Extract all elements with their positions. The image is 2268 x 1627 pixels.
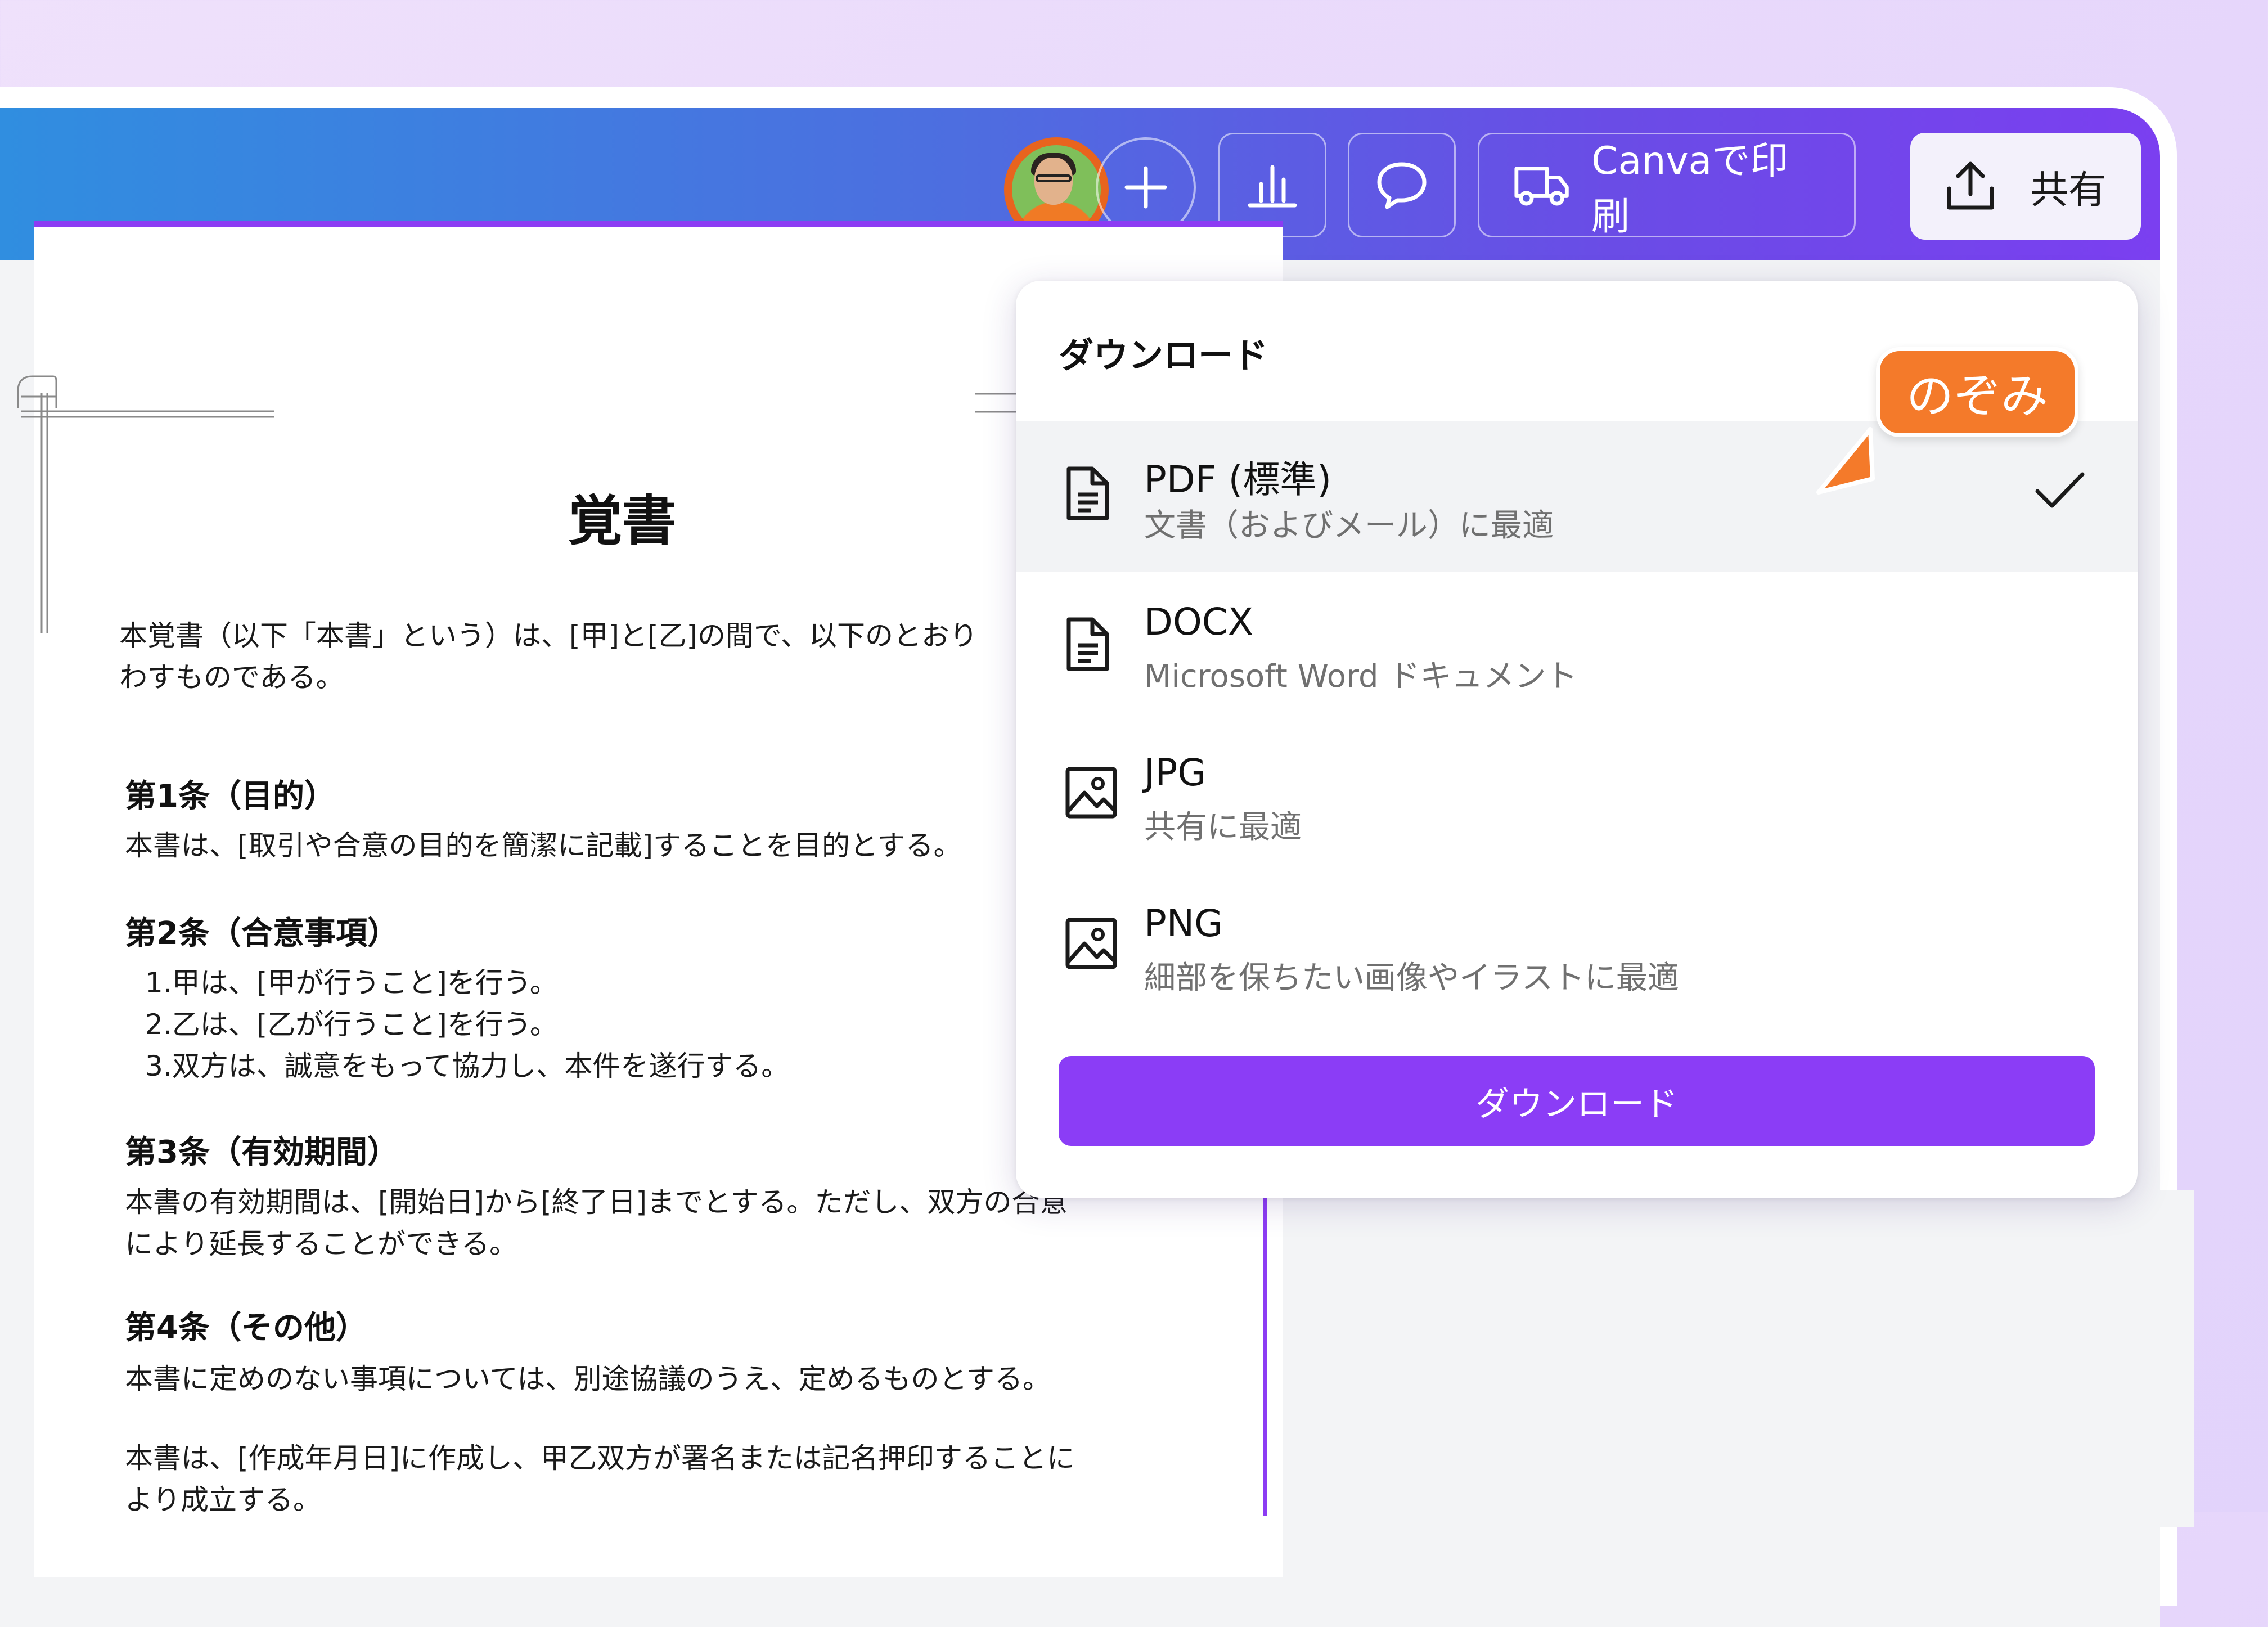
section-body-1: 本書は、[取引や合意の目的を簡潔に記載]することを目的とする。 — [125, 829, 962, 862]
section-body-3: 本書の有効期間は、[開始日]から[終了日]までとする。ただし、双方の合意 により… — [125, 1186, 1068, 1260]
format-description: 文書（およびメール）に最適 — [1144, 507, 1554, 544]
document-intro: 本覚書（以下「本書」という）は、[甲]と[乙]の間で、以下のとおり わすものであ… — [119, 619, 978, 694]
collaborator-cursor-icon — [1816, 427, 1875, 495]
format-description: Microsoft Word ドキュメント — [1144, 658, 1578, 695]
canvas-background-right — [1282, 1190, 2194, 1527]
collaborator-name-tag: のぞみ — [1876, 347, 2078, 437]
print-button[interactable]: Canvaで印刷 — [1478, 133, 1856, 239]
comment-button[interactable] — [1348, 133, 1456, 237]
truck-icon — [1514, 167, 1569, 206]
comment-icon — [1377, 162, 1426, 209]
corner-ornament-right — [975, 393, 1020, 413]
section-heading-4: 第4条（その他） — [125, 1310, 367, 1346]
format-name: JPG — [1144, 751, 1207, 794]
image-icon — [1065, 767, 1117, 819]
format-option-pdf[interactable]: PDF (標準) 文書（およびメール）に最適 — [1016, 421, 2138, 572]
document-icon — [1066, 466, 1109, 520]
page-selection-border — [1263, 1190, 1267, 1516]
print-button-label: Canvaで印刷 — [1591, 139, 1789, 239]
upload-icon — [1947, 161, 1994, 210]
format-description: 細部を保ちたい画像やイラストに最適 — [1144, 960, 1679, 996]
share-button-label: 共有 — [2030, 168, 2107, 213]
section-heading-1: 第1条（目的） — [125, 778, 336, 815]
document-icon — [1066, 617, 1109, 671]
format-option-jpg[interactable]: JPG 共有に最適 — [1016, 723, 2138, 874]
checkmark-icon — [2035, 472, 2085, 508]
download-button[interactable]: ダウンロード — [1059, 1056, 2095, 1146]
section-body-4: 本書に定めのない事項については、別途協議のうえ、定めるものとする。 — [125, 1363, 1051, 1395]
share-button[interactable]: 共有 — [1910, 133, 2141, 240]
section-heading-2: 第2条（合意事項） — [125, 915, 399, 952]
document-title: 覚書 — [568, 489, 676, 552]
add-icon — [1124, 166, 1167, 209]
section-body-2: 1.甲は、[甲が行うこと]を行う。 2.乙は、[乙が行うこと]を行う。 3.双方… — [145, 967, 790, 1082]
format-name: DOCX — [1144, 600, 1254, 644]
format-name: PNG — [1144, 902, 1223, 945]
section-heading-3: 第3条（有効期間） — [125, 1134, 399, 1171]
format-option-docx[interactable]: DOCX Microsoft Word ドキュメント — [1016, 572, 2138, 723]
document-closing: 本書は、[作成年月日]に作成し、甲乙双方が署名または記名押印することに より成立… — [125, 1442, 1076, 1516]
download-panel-title: ダウンロード — [1059, 335, 1268, 376]
format-description: 共有に最適 — [1144, 809, 1302, 846]
format-name: PDF (標準) — [1144, 458, 1332, 501]
format-option-png[interactable]: PNG 細部を保ちたい画像やイラストに最適 — [1016, 874, 2138, 1024]
analytics-icon — [1248, 165, 1297, 208]
corner-ornament — [17, 375, 274, 633]
image-icon — [1065, 918, 1117, 969]
